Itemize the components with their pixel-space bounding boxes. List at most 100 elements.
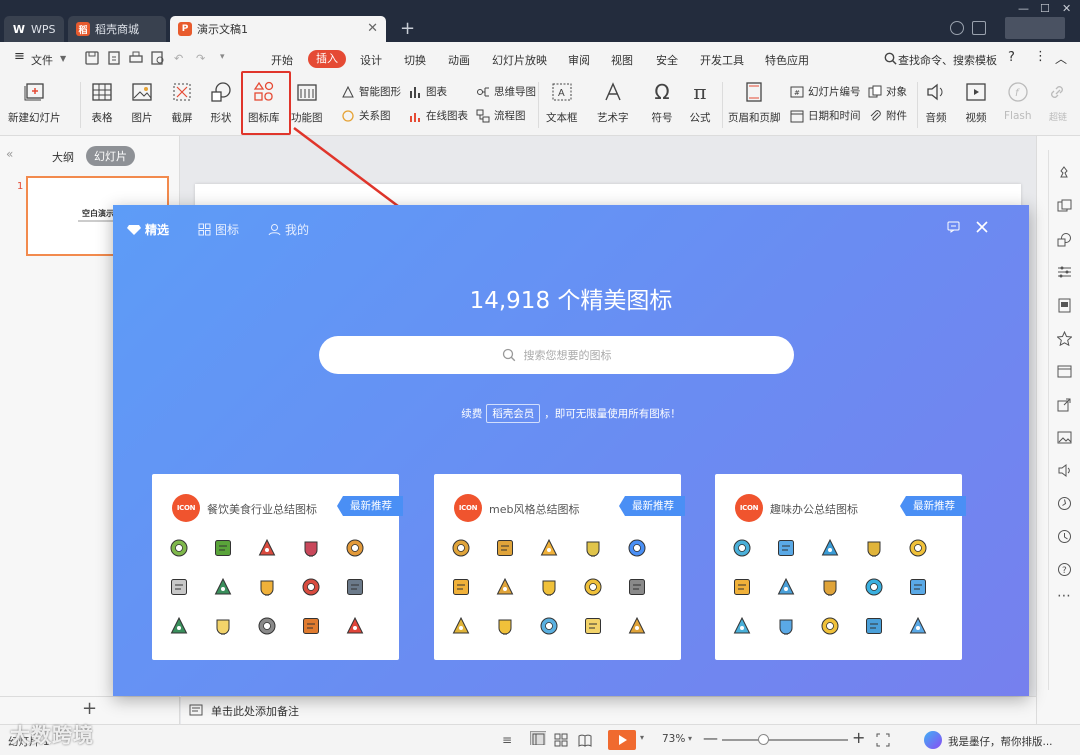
tab-outline[interactable]: 大纲 <box>52 149 74 165</box>
cake-icon[interactable] <box>301 538 321 558</box>
quick-access-dropdown-icon[interactable]: ▾ <box>220 52 225 62</box>
globe-icon[interactable] <box>864 577 884 597</box>
play-options-icon[interactable]: ▾ <box>640 733 644 742</box>
audio-button[interactable]: 音频 <box>924 80 948 125</box>
kiwi-icon[interactable] <box>213 538 233 558</box>
icon-pack-card[interactable]: ICON meb风格总结图标 最新推荐 <box>434 474 685 660</box>
more-options-icon[interactable]: ⋮ <box>1034 49 1047 64</box>
sound-icon[interactable] <box>1057 463 1072 478</box>
formula-button[interactable]: π 公式 <box>688 80 712 125</box>
history-icon[interactable] <box>1057 529 1072 544</box>
team-icon[interactable] <box>451 538 471 558</box>
image-panel-icon[interactable] <box>1057 430 1072 445</box>
close-window-icon[interactable]: ✕ <box>1062 2 1071 15</box>
slide-number-button[interactable]: # 幻灯片编号 <box>790 84 861 99</box>
hyperlink-button[interactable]: 超链 <box>1046 80 1070 123</box>
collapse-panel-icon[interactable]: « <box>6 147 13 161</box>
chart-frame-icon[interactable] <box>345 577 365 597</box>
pie-chart-icon[interactable] <box>583 616 603 636</box>
zoom-level[interactable]: 73% <box>662 733 685 745</box>
cherry-icon[interactable] <box>257 538 277 558</box>
tab-docer-store[interactable]: 稻 稻壳商城 <box>68 16 166 42</box>
zoom-out-button[interactable]: — <box>703 729 718 747</box>
report-icon[interactable] <box>732 616 752 636</box>
message-icon[interactable] <box>776 538 796 558</box>
transfer-icon[interactable] <box>864 538 884 558</box>
favorite-star-icon[interactable] <box>1057 331 1072 346</box>
sprouts-icon[interactable] <box>169 616 189 636</box>
search-icon[interactable] <box>884 52 897 65</box>
more-tools-icon[interactable]: ⋯ <box>1057 588 1071 604</box>
tab-icons[interactable]: 图标 <box>198 221 239 238</box>
notepad-icon[interactable] <box>257 616 277 636</box>
icon-search-input[interactable]: 搜索您想要的图标 <box>319 336 794 374</box>
zoom-slider[interactable] <box>722 734 848 745</box>
copy-style-icon[interactable] <box>1057 199 1072 214</box>
menu-review[interactable]: 审阅 <box>568 52 590 68</box>
collapse-ribbon-icon[interactable]: ︿ <box>1055 50 1067 67</box>
file-menu[interactable]: 文件 <box>31 52 53 68</box>
scale-icon[interactable] <box>627 577 647 597</box>
minimize-icon[interactable]: — <box>1018 2 1029 15</box>
watermelon-icon[interactable] <box>345 616 365 636</box>
cycle-icon[interactable] <box>539 538 559 558</box>
broccoli-icon[interactable] <box>169 538 189 558</box>
tab-mine[interactable]: 我的 <box>268 221 309 238</box>
cup-icon[interactable] <box>627 616 647 636</box>
table-button[interactable]: 表格 <box>90 80 114 125</box>
search-gear-icon[interactable] <box>820 577 840 597</box>
share-icon[interactable] <box>1057 397 1072 412</box>
vip-link[interactable]: 稻壳会员 <box>486 404 541 423</box>
new-tab-button[interactable]: + <box>400 18 415 39</box>
tab-slides[interactable]: 幻灯片 <box>86 146 135 166</box>
word-art-button[interactable]: 艺术字 <box>597 80 629 125</box>
menu-view[interactable]: 视图 <box>611 52 633 68</box>
close-tab-icon[interactable]: ✕ <box>367 21 378 36</box>
zoom-options-icon[interactable]: ▾ <box>688 734 692 743</box>
menu-home[interactable]: 开始 <box>271 52 293 68</box>
shapes-panel-icon[interactable] <box>1057 232 1072 247</box>
menu-special[interactable]: 特色应用 <box>765 52 809 68</box>
online-chart-button[interactable]: 在线图表 <box>408 108 468 123</box>
refresh-icon[interactable] <box>539 616 559 636</box>
chat-icon[interactable] <box>451 577 471 597</box>
document-icon[interactable] <box>627 538 647 558</box>
date-time-button[interactable]: 日期和时间 <box>790 108 861 123</box>
menu-transition[interactable]: 切换 <box>404 52 426 68</box>
menu-slideshow[interactable]: 幻灯片放映 <box>492 52 547 68</box>
attachment-button[interactable]: 附件 <box>868 108 907 123</box>
blocks-icon[interactable] <box>495 538 515 558</box>
bulb-icon[interactable] <box>213 616 233 636</box>
tab-featured[interactable]: 精选 <box>127 221 169 238</box>
assistant-avatar[interactable] <box>924 731 942 749</box>
menu-animation[interactable]: 动画 <box>448 52 470 68</box>
maximize-icon[interactable]: ☐ <box>1040 2 1050 15</box>
normal-view-icon[interactable] <box>530 731 546 745</box>
flash-button[interactable]: f Flash <box>1004 80 1032 122</box>
export-pdf-icon[interactable] <box>107 51 121 65</box>
zoom-slider-thumb[interactable] <box>758 734 769 745</box>
print-icon[interactable] <box>129 51 143 65</box>
chevron-down-icon[interactable]: ▼ <box>60 54 66 63</box>
hamburger-menu-icon[interactable]: ≡ <box>14 49 25 64</box>
coin-icon[interactable] <box>583 577 603 597</box>
help-circle-icon[interactable]: ? <box>1057 562 1072 577</box>
people-icon[interactable] <box>864 616 884 636</box>
icon-pack-card[interactable]: ICON 餐饮美食行业总结图标 最新推荐 <box>152 474 403 660</box>
text-box-button[interactable]: A 文本框 <box>546 80 578 125</box>
hourglass-icon[interactable] <box>495 577 515 597</box>
pin-icon[interactable] <box>1057 166 1072 181</box>
flow-chart-button[interactable]: 流程图 <box>476 108 526 123</box>
zoom-in-button[interactable]: + <box>852 728 865 747</box>
skin-icon[interactable] <box>972 21 986 35</box>
new-slide-button[interactable]: 新建幻灯片 <box>8 80 61 125</box>
target-icon[interactable] <box>451 616 471 636</box>
shape-button[interactable]: 形状 <box>209 80 233 125</box>
play-slideshow-button[interactable] <box>608 730 636 750</box>
close-dialog-icon[interactable] <box>976 221 988 233</box>
notes-bar[interactable]: 单击此处添加备注 <box>181 696 1036 724</box>
video-button[interactable]: 视频 <box>964 80 988 125</box>
tree-icon[interactable] <box>213 577 233 597</box>
picture-button[interactable]: 图片 <box>130 80 154 125</box>
redo-icon[interactable]: ↷ <box>196 52 205 65</box>
